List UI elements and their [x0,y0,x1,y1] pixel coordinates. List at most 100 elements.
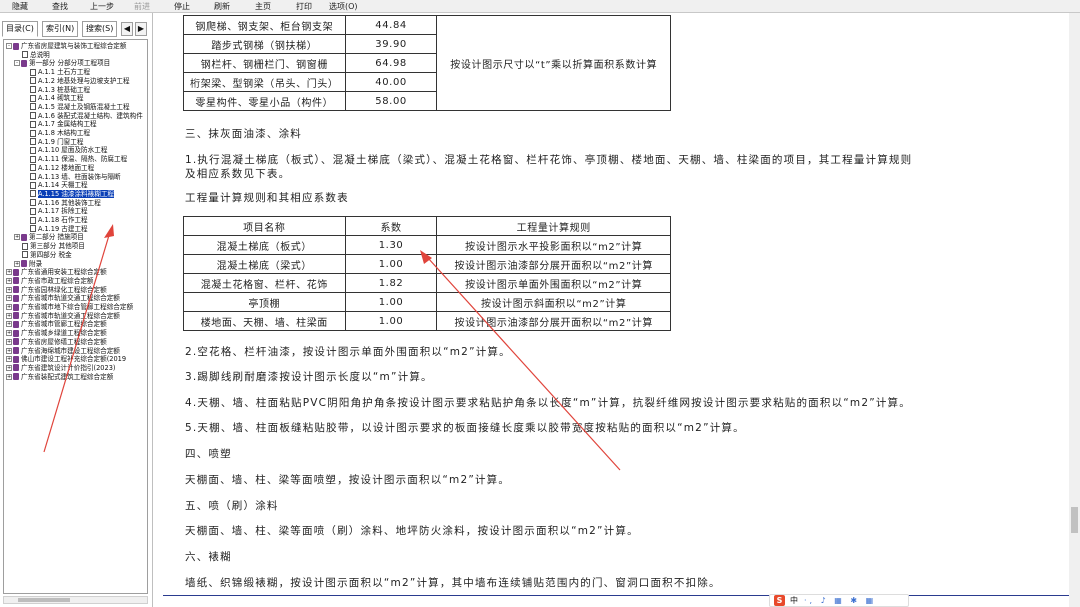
expand-icon[interactable]: + [6,338,12,345]
tree-item[interactable]: A.1.17 拆除工程 [30,207,146,216]
tab-search[interactable]: 搜索(S) [82,21,118,37]
tab-scroll-left-icon[interactable]: ◀ [121,22,133,36]
table-cell: 桁架梁、型钢梁（吊头、门头） [183,72,346,92]
expand-icon[interactable]: + [14,234,20,241]
content-vertical-scrollbar[interactable] [1069,13,1080,607]
tree-item[interactable]: A.1.18 石作工程 [30,216,146,225]
expand-icon[interactable]: + [6,356,12,363]
tree-item[interactable]: A.1.12 楼地面工程 [30,164,146,173]
tree-item[interactable]: + 广东省城乡绿道工程综合定额 [6,329,146,338]
sogou-logo-icon[interactable]: S [774,595,785,606]
tree-item[interactable]: + 佛山市建设工程补充综合定额(2019 [6,355,146,364]
ime-mode-indicator[interactable]: 中 [790,595,798,606]
tree-item[interactable]: A.1.16 其他装饰工程 [30,199,146,208]
tree-item[interactable]: 总说明 [22,51,146,60]
tree-item[interactable]: + 广东省城市轨道交通工程综合定额 [6,294,146,303]
book-icon [13,373,19,381]
forward-button[interactable]: 前进 [134,1,150,12]
tree-item-label: 第四部分 税金 [30,250,72,259]
expand-icon[interactable]: + [6,312,12,319]
tree-item[interactable]: + 广东省城市轨道交通工程综合定额 [6,312,146,321]
tree-item[interactable]: A.1.8 木结构工程 [30,129,146,138]
tree-item[interactable]: A.1.13 墙、柱面装饰与隔断 [30,173,146,182]
tree-item[interactable]: A.1.6 装配式混凝土结构、建筑构件 [30,112,146,121]
tree-item[interactable]: A.1.5 混凝土及钢筋混凝土工程 [30,103,146,112]
home-button[interactable]: 主页 [255,1,271,12]
tab-scroll-right-icon[interactable]: ▶ [135,22,147,36]
ime-toolbar[interactable]: S 中 ·, ♪ ▦ ✱ ▦ [769,594,909,607]
tree-item[interactable]: + 广东省海绵城市建设工程综合定额 [6,347,146,356]
tree-item[interactable]: - 第一部分 分部分项工程项目 [14,59,146,68]
tree-item[interactable]: + 广东省市政工程综合定额 [6,277,146,286]
refresh-button[interactable]: 刷新 [214,1,230,12]
options-button[interactable]: 选项(O) [329,1,358,12]
back-button[interactable]: 上一步 [90,1,114,12]
expand-icon[interactable]: + [6,295,12,302]
content-bottom-border [163,595,1069,596]
tab-contents[interactable]: 目录(C) [2,21,38,37]
tree-item[interactable]: + 广东省园林绿化工程综合定额 [6,286,146,295]
tree-item[interactable]: A.1.9 门窗工程 [30,138,146,147]
paragraph: 1.执行混凝土梯底（板式）、混凝土梯底（梁式）、混凝土花格窗、栏杆花饰、亭顶棚、… [185,154,913,166]
expand-icon[interactable]: + [6,277,12,284]
tree-item[interactable]: + 广东省城市管廊工程综合定额 [6,320,146,329]
tree-item-selected[interactable]: A.1.15 油漆涂料裱糊工程 [30,189,146,199]
tree-item-label: 广东省通用安装工程综合定额 [21,268,107,277]
table-cell: 钢栏杆、钢栅栏门、钢窗栅 [183,53,346,73]
expand-icon[interactable]: + [6,321,12,328]
tree-item-label: A.1.11 保温、隔热、防腐工程 [38,155,128,164]
tree-item-label: A.1.2 地基处理与边坡支护工程 [38,76,130,85]
tree-item[interactable]: + 广东省建筑设计计价指引(2023) [6,364,146,373]
page-icon [30,173,36,180]
expand-icon[interactable]: + [6,304,12,310]
page-icon [30,120,36,128]
tree-item-label: A.1.15 油漆涂料裱糊工程 [38,189,115,198]
tree-horizontal-scrollbar[interactable] [3,596,148,604]
expand-icon[interactable]: + [6,269,12,276]
scrollbar-thumb[interactable] [1071,507,1078,533]
tree-item[interactable]: A.1.10 屋面及防水工程 [30,146,146,155]
table-cell: 混凝土梯底（板式） [183,235,346,255]
tree-item[interactable]: A.1.7 金属结构工程 [30,120,146,129]
hide-button[interactable]: 隐藏 [12,1,28,12]
tree-item[interactable]: + 广东省房屋修缮工程综合定额 [6,338,146,347]
collapse-icon[interactable]: - [14,60,20,67]
tree-item[interactable]: + 广东省城市地下综合管廊工程综合定额 [6,303,146,312]
tree-item[interactable]: + 广东省通用安装工程综合定额 [6,268,146,277]
tree-item[interactable]: A.1.11 保温、隔热、防腐工程 [30,155,146,164]
tree-item-label: A.1.18 石作工程 [38,216,88,224]
expand-icon[interactable]: + [14,260,20,267]
tree-item[interactable]: + 广东省装配式建筑工程综合定额 [6,373,146,382]
expand-icon[interactable]: + [6,286,12,293]
tree-item-label: 广东省房屋建筑与装饰工程综合定额 [21,42,127,50]
tree-item-label: A.1.8 木结构工程 [38,129,91,137]
contents-tree[interactable]: - 广东省房屋建筑与装饰工程综合定额 总说明 - 第一部分 分部分项工程项目 A.1.1 … [3,39,148,594]
tab-index[interactable]: 索引(N) [42,21,79,37]
tree-item[interactable]: + 附录 [14,260,146,269]
tree-item[interactable]: A.1.1 土石方工程 [30,68,146,77]
page-icon [30,216,36,224]
expand-icon[interactable]: + [6,373,12,380]
expand-icon[interactable]: + [6,364,12,371]
tree-item[interactable]: + 第二部分 措施项目 [14,233,146,242]
tree-item-label: 广东省市政工程综合定额 [21,276,94,285]
page-icon [30,138,36,146]
ime-tools-icon[interactable]: ·, ♪ ▦ ✱ ▦ [804,595,876,606]
tree-item[interactable]: 第三部分 其他项目 [22,242,146,251]
collapse-icon[interactable]: - [6,43,12,49]
print-button[interactable]: 打印 [296,1,312,12]
expand-icon[interactable]: + [6,347,12,354]
expand-icon[interactable]: + [6,330,12,337]
book-icon [13,347,19,354]
tree-item[interactable]: A.1.2 地基处理与边坡支护工程 [30,77,146,86]
scrollbar-thumb[interactable] [18,598,70,602]
tree-item[interactable]: A.1.3 桩基础工程 [30,86,146,95]
find-button[interactable]: 查找 [52,1,68,12]
page-icon [30,181,36,189]
stop-button[interactable]: 停止 [174,1,190,12]
tree-item[interactable]: A.1.14 天棚工程 [30,181,146,190]
tree-item[interactable]: A.1.4 砌筑工程 [30,94,146,103]
tree-item[interactable]: A.1.19 古建工程 [30,225,146,234]
tree-item[interactable]: 第四部分 税金 [22,251,146,260]
tree-item[interactable]: - 广东省房屋建筑与装饰工程综合定额 [6,42,146,51]
